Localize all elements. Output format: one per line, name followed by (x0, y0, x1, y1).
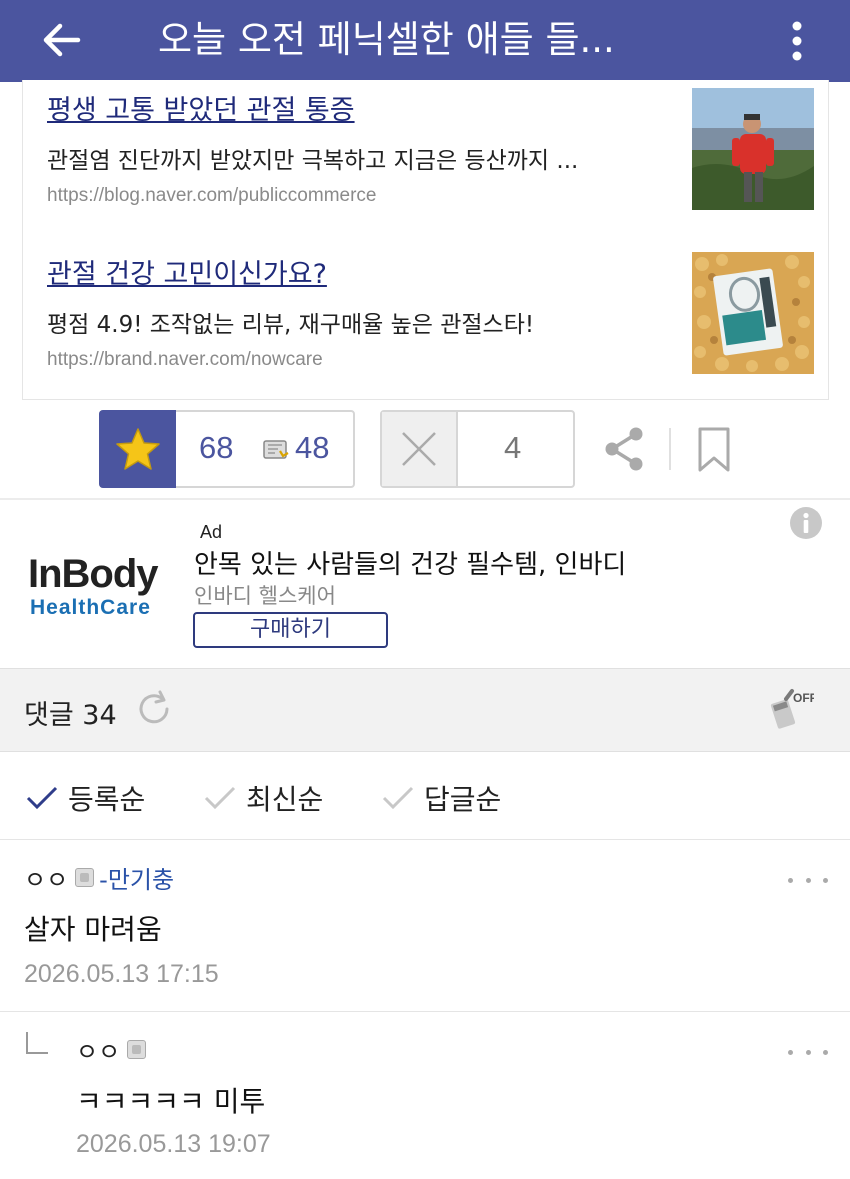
star-icon (115, 428, 160, 470)
comment-more-button[interactable] (788, 1042, 828, 1062)
back-button[interactable] (30, 10, 94, 70)
downvote-count: 4 (504, 430, 522, 465)
author-nickname: ㅇㅇ (76, 1038, 121, 1066)
banner-subtitle: 인바디 헬스케어 (194, 584, 336, 608)
comment-author[interactable]: ㅇㅇ -만기충 (24, 860, 174, 895)
clean-bot-toggle[interactable]: OFF (766, 687, 817, 735)
author-nickname: ㅇㅇ (24, 866, 69, 894)
action-divider (669, 428, 671, 470)
banner-title[interactable]: 안목 있는 사람들의 건강 필수템, 인바디 (194, 544, 626, 581)
buy-button[interactable]: 구매하기 (193, 612, 388, 648)
comment-more-button[interactable] (788, 870, 828, 890)
user-level-icon (75, 868, 95, 887)
back-arrow-icon (43, 23, 81, 57)
downvote-button[interactable] (382, 412, 458, 486)
comment-date: 2026.05.13 19:07 (76, 1130, 271, 1158)
comment-author[interactable]: ㅇㅇ (76, 1032, 151, 1067)
author-tag: -만기충 (99, 866, 175, 894)
reply-comment-item: ㅇㅇ ㅋㅋㅋㅋㅋ 미투 2026.05.13 19:07 (0, 1012, 850, 1179)
section-divider (0, 498, 850, 500)
sponsored-link-url: https://blog.naver.com/publiccommerce (47, 185, 377, 206)
fixed-upvote-count: 48 (295, 430, 330, 465)
comment-date: 2026.05.13 17:15 (24, 960, 219, 988)
sponsored-link-title[interactable]: 관절 건강 고민이신가요? (47, 252, 687, 291)
upvote-count: 68 (199, 430, 234, 465)
sponsored-link-url: https://brand.naver.com/nowcare (47, 349, 323, 370)
info-icon (790, 507, 822, 539)
sort-tab-label: 최신순 (246, 783, 324, 816)
share-icon (605, 427, 643, 471)
share-button[interactable] (600, 426, 650, 472)
top-app-bar: 오늘 오전 페닉셀한 애들 들... (0, 0, 850, 82)
inbody-logo: InBody (28, 552, 159, 596)
sponsored-links: 평생 고통 받았던 관절 통증 관절염 진단까지 받았지만 극복하고 지금은 등… (22, 80, 829, 400)
fixed-upvote-icon (263, 440, 289, 459)
sort-tab-registered[interactable]: 등록순 (26, 778, 145, 818)
check-icon (204, 786, 236, 810)
sponsored-link-description: 평점 4.9! 조작없는 리뷰, 재구매율 높은 관절스타! (47, 312, 535, 338)
bookmark-icon (698, 427, 730, 472)
sort-tab-label: 답글순 (424, 783, 502, 816)
upvote-box[interactable]: 68 48 (99, 410, 355, 488)
supplement-photo-thumbnail[interactable] (692, 252, 814, 374)
sort-tab-replies[interactable]: 답글순 (382, 778, 501, 818)
post-actions: 68 48 4 (0, 408, 850, 490)
sponsored-link-item[interactable]: 관절 건강 고민이신가요? 평점 4.9! 조작없는 리뷰, 재구매율 높은 관… (47, 252, 687, 371)
hiker-photo-thumbnail[interactable] (692, 88, 814, 210)
comments-header: 댓글 34 OFF (0, 668, 850, 752)
check-icon (382, 786, 414, 810)
bookmark-button[interactable] (694, 426, 734, 474)
refresh-comments-button[interactable] (134, 689, 174, 729)
sort-tab-label: 등록순 (68, 783, 146, 816)
broom-off-icon: OFF (770, 689, 817, 729)
hiker-photo-icon (692, 88, 814, 210)
ad-info-button[interactable] (789, 506, 823, 540)
comment-item: ㅇㅇ -만기충 살자 마려움 2026.05.13 17:15 (0, 840, 850, 1012)
reply-indicator-icon (26, 1032, 48, 1054)
user-level-icon (127, 1040, 147, 1059)
sponsored-link-title[interactable]: 평생 고통 받았던 관절 통증 (47, 88, 687, 127)
svg-text:OFF: OFF (793, 691, 814, 705)
comment-text: ㅋㅋㅋㅋㅋ 미투 (76, 1085, 266, 1118)
close-x-icon (402, 432, 436, 466)
comment-text: 살자 마려움 (24, 913, 162, 946)
ad-label: Ad (200, 522, 223, 542)
vertical-dots-icon (792, 21, 802, 61)
sort-tab-latest[interactable]: 최신순 (204, 778, 323, 818)
upvote-button[interactable] (99, 410, 176, 488)
comment-sort-bar: 등록순 최신순 답글순 (0, 752, 850, 840)
healthcare-logo: HealthCare (30, 596, 151, 619)
comment-count: 댓글 34 (24, 700, 117, 731)
check-icon (26, 786, 58, 810)
banner-ad[interactable]: InBody HealthCare Ad 안목 있는 사람들의 건강 필수템, … (0, 502, 850, 668)
overflow-menu-button[interactable] (772, 8, 822, 74)
page-title: 오늘 오전 페닉셀한 애들 들... (158, 18, 615, 61)
sponsored-link-description: 관절염 진단까지 받았지만 극복하고 지금은 등산까지 ... (47, 148, 579, 174)
downvote-box[interactable]: 4 (380, 410, 575, 488)
supplement-box-photo-icon (692, 252, 814, 374)
refresh-icon (139, 690, 169, 724)
sponsored-link-item[interactable]: 평생 고통 받았던 관절 통증 관절염 진단까지 받았지만 극복하고 지금은 등… (47, 88, 687, 207)
